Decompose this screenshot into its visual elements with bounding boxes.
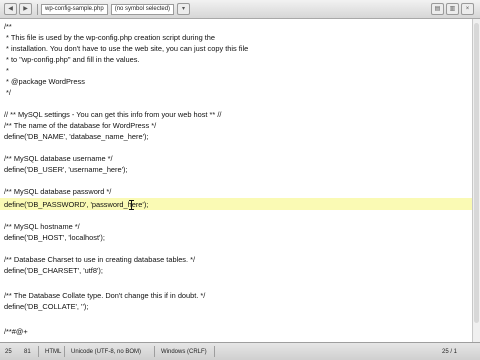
- code-line: */: [4, 88, 11, 97]
- back-arrow-icon[interactable]: ◀: [4, 3, 17, 15]
- code-line: define('DB_PASSWORD', 'password_here');: [4, 200, 149, 209]
- code-line: /** Database Charset to use in creating …: [4, 255, 196, 264]
- code-line: /**#@+: [4, 327, 28, 336]
- bookmark-icon[interactable]: ▾: [177, 3, 191, 15]
- editor-toolbar: ◀ ▶ wp-config-sample.php (no symbol sele…: [0, 0, 480, 19]
- code-line: /** MySQL hostname */: [4, 222, 80, 231]
- code-line: define('DB_CHARSET', 'utf8');: [4, 266, 103, 275]
- code-line: * to "wp-config.php" and fill in the val…: [4, 55, 140, 64]
- code-line: *: [4, 66, 9, 75]
- file-selector[interactable]: wp-config-sample.php: [41, 3, 108, 15]
- split-view-icon[interactable]: ▥: [446, 3, 459, 15]
- close-icon[interactable]: ×: [461, 3, 474, 15]
- status-bar: 25 81 HTML Unicode (UTF-8, no BOM) Windo…: [0, 342, 480, 360]
- toolbar-divider: [37, 3, 38, 15]
- line-endings-menu[interactable]: Windows (CRLF): [159, 347, 209, 357]
- file-navigation: ◀ ▶ wp-config-sample.php (no symbol sele…: [4, 3, 192, 15]
- code-line: define('DB_NAME', 'database_name_here');: [4, 132, 149, 141]
- encoding-menu[interactable]: Unicode (UTF-8, no BOM): [69, 347, 143, 357]
- code-line: * @package WordPress: [4, 77, 85, 86]
- code-editor[interactable]: /** * This file is used by the wp-config…: [0, 19, 472, 342]
- forward-arrow-icon[interactable]: ▶: [19, 3, 32, 15]
- status-divider: [64, 346, 65, 357]
- scrollbar-thumb[interactable]: [474, 23, 479, 323]
- status-divider: [214, 346, 215, 357]
- code-line: define('DB_COLLATE', '');: [4, 302, 89, 311]
- vertical-scrollbar[interactable]: [472, 19, 480, 342]
- toolbar-right-controls: ▤ ▥ ×: [429, 3, 474, 15]
- status-divider: [154, 346, 155, 357]
- code-line: define('DB_USER', 'username_here');: [4, 165, 128, 174]
- code-line: /** The Database Collate type. Don't cha…: [4, 291, 206, 300]
- code-line: define('DB_HOST', 'localhost');: [4, 233, 105, 242]
- document-position: 25 / 1: [442, 349, 458, 355]
- code-line: * installation. You don't have to use th…: [4, 44, 249, 53]
- status-divider: [38, 346, 39, 357]
- code-line: /** MySQL database username */: [4, 154, 113, 163]
- column-number-indicator[interactable]: 81: [22, 347, 33, 357]
- language-mode-menu[interactable]: HTML: [43, 347, 63, 357]
- counterpart-icon[interactable]: ▤: [431, 3, 444, 15]
- code-line: // ** MySQL settings - You can get this …: [4, 110, 222, 119]
- code-line: /**: [4, 22, 12, 31]
- code-line: * This file is used by the wp-config.php…: [4, 33, 216, 42]
- symbol-selector[interactable]: (no symbol selected): [110, 3, 175, 15]
- code-line: /** MySQL database password */: [4, 187, 112, 196]
- ibeam-cursor-icon: [129, 200, 134, 210]
- line-number-indicator[interactable]: 25: [3, 347, 14, 357]
- code-line: /** The name of the database for WordPre…: [4, 121, 157, 130]
